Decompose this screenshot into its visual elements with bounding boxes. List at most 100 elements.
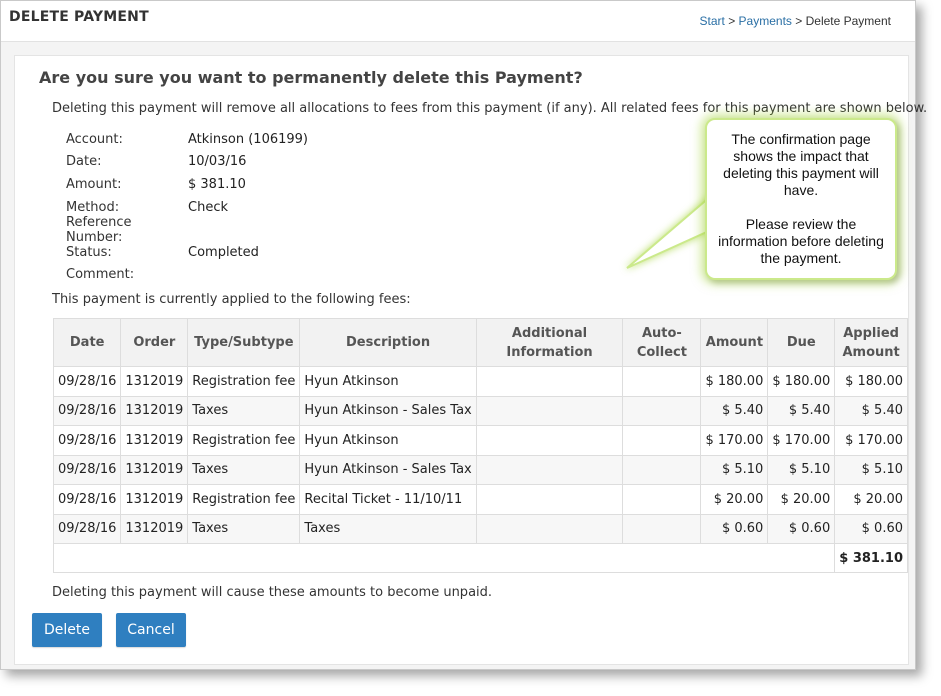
- cell-applied-amount: $ 0.60: [834, 513, 908, 544]
- callout-text-impact: The confirmation page shows the impact t…: [723, 131, 879, 198]
- detail-row-comment: Comment:: [66, 264, 308, 287]
- confirm-heading: Are you sure you want to permanently del…: [39, 68, 583, 87]
- cell-date: 09/28/16: [52, 513, 122, 544]
- app-window: DELETE PAYMENT Start > Payments > Delete…: [0, 0, 927, 670]
- cell-additional-info: [475, 454, 624, 485]
- col-header-description: Description: [299, 318, 477, 367]
- cell-order: 1312019: [120, 484, 189, 515]
- cell-due: $ 5.10: [767, 454, 836, 485]
- table-header-row: Date Order Type/Subtype Description Addi…: [52, 318, 908, 367]
- detail-row-amount: Amount: $ 381.10: [66, 173, 308, 196]
- table-row: 09/28/16 1312019 Taxes Taxes $ 0.60 $ 0.…: [52, 513, 908, 544]
- page-title: DELETE PAYMENT: [9, 9, 149, 25]
- cell-description: Hyun Atkinson: [299, 366, 477, 397]
- breadcrumb: Start > Payments > Delete Payment: [700, 14, 892, 28]
- top-bar: DELETE PAYMENT Start > Payments > Delete…: [1, 1, 915, 42]
- col-header-amount: Amount: [700, 318, 769, 367]
- col-header-applied-amount: Applied Amount: [834, 318, 908, 367]
- cell-due: $ 170.00: [767, 425, 836, 456]
- table-row: 09/28/16 1312019 Taxes Hyun Atkinson - S…: [52, 454, 908, 485]
- cell-date: 09/28/16: [52, 395, 122, 426]
- detail-row-reference-number: Reference Number:: [66, 215, 308, 245]
- cell-type: Registration fee: [187, 425, 301, 456]
- cell-order: 1312019: [120, 454, 189, 485]
- cell-auto-collect: [622, 513, 702, 544]
- breadcrumb-separator: >: [728, 14, 736, 28]
- fees-table: Date Order Type/Subtype Description Addi…: [52, 318, 908, 573]
- delete-button[interactable]: Delete: [32, 613, 102, 647]
- cell-order: 1312019: [120, 425, 189, 456]
- detail-value: Atkinson (106199): [188, 131, 309, 147]
- breadcrumb-payments-link[interactable]: Payments: [739, 14, 792, 28]
- table-row: 09/28/16 1312019 Registration fee Hyun A…: [52, 366, 908, 397]
- cell-auto-collect: [622, 484, 702, 515]
- cell-amount: $ 20.00: [700, 484, 769, 515]
- cell-order: 1312019: [120, 395, 189, 426]
- total-spacer: [52, 543, 836, 573]
- callout-bubble: The confirmation page shows the impact t…: [705, 118, 897, 280]
- cell-description: Hyun Atkinson - Sales Tax: [299, 395, 477, 426]
- detail-value: Completed: [188, 244, 259, 260]
- total-applied-amount: $ 381.10: [834, 543, 908, 573]
- detail-row-account: Account: Atkinson (106199): [66, 128, 308, 151]
- cell-description: Recital Ticket - 11/10/11: [299, 484, 477, 515]
- cell-auto-collect: [622, 366, 702, 397]
- cell-additional-info: [475, 425, 624, 456]
- detail-label: Amount:: [66, 176, 122, 192]
- table-total-row: $ 381.10: [52, 543, 908, 573]
- cell-type: Taxes: [187, 513, 301, 544]
- detail-value: $ 381.10: [188, 176, 246, 192]
- cell-type: Registration fee: [187, 366, 301, 397]
- col-header-date: Date: [52, 318, 122, 367]
- applied-fees-text: This payment is currently applied to the…: [52, 292, 411, 307]
- breadcrumb-separator: >: [795, 14, 803, 28]
- detail-label: Account:: [66, 131, 123, 147]
- cell-additional-info: [475, 513, 624, 544]
- col-header-order: Order: [120, 318, 189, 367]
- cell-additional-info: [475, 484, 624, 515]
- cell-description: Taxes: [299, 513, 477, 544]
- confirm-intro-text: Deleting this payment will remove all al…: [52, 101, 928, 116]
- cell-date: 09/28/16: [52, 454, 122, 485]
- callout-text-review: Please review the information before del…: [718, 216, 884, 266]
- cell-additional-info: [475, 366, 624, 397]
- unpaid-warning-text: Deleting this payment will cause these a…: [52, 585, 493, 600]
- cell-type: Taxes: [187, 395, 301, 426]
- cell-order: 1312019: [120, 366, 189, 397]
- detail-row-status: Status: Completed: [66, 241, 308, 264]
- cell-applied-amount: $ 170.00: [834, 425, 908, 456]
- col-header-type: Type/Subtype: [187, 318, 301, 367]
- col-header-additional-info: Additional Information: [475, 318, 624, 367]
- detail-row-date: Date: 10/03/16: [66, 151, 308, 174]
- col-header-auto-collect: Auto-Collect: [622, 318, 702, 367]
- help-callout: The confirmation page shows the impact t…: [625, 118, 905, 288]
- cell-type: Registration fee: [187, 484, 301, 515]
- cell-applied-amount: $ 180.00: [834, 366, 908, 397]
- cell-amount: $ 180.00: [700, 366, 769, 397]
- cell-date: 09/28/16: [52, 366, 122, 397]
- detail-label: Date:: [66, 154, 102, 170]
- cell-date: 09/28/16: [52, 484, 122, 515]
- detail-label: Status:: [66, 244, 112, 260]
- breadcrumb-current: Delete Payment: [805, 14, 891, 28]
- detail-value: Check: [188, 199, 228, 215]
- cell-auto-collect: [622, 395, 702, 426]
- cell-amount: $ 5.10: [700, 454, 769, 485]
- detail-value: 10/03/16: [188, 154, 247, 170]
- cell-order: 1312019: [120, 513, 189, 544]
- breadcrumb-start-link[interactable]: Start: [700, 14, 725, 28]
- cell-additional-info: [475, 395, 624, 426]
- cell-due: $ 0.60: [767, 513, 836, 544]
- table-row: 09/28/16 1312019 Registration fee Hyun A…: [52, 425, 908, 456]
- detail-label: Reference Number:: [66, 214, 132, 245]
- cell-type: Taxes: [187, 454, 301, 485]
- table-row: 09/28/16 1312019 Registration fee Recita…: [52, 484, 908, 515]
- cancel-button[interactable]: Cancel: [116, 613, 186, 647]
- detail-label: Method:: [66, 199, 120, 215]
- cell-amount: $ 170.00: [700, 425, 769, 456]
- cell-due: $ 180.00: [767, 366, 836, 397]
- payment-details: Account: Atkinson (106199) Date: 10/03/1…: [66, 128, 308, 286]
- cell-due: $ 5.40: [767, 395, 836, 426]
- detail-label: Comment:: [66, 267, 135, 283]
- table-row: 09/28/16 1312019 Taxes Hyun Atkinson - S…: [52, 395, 908, 426]
